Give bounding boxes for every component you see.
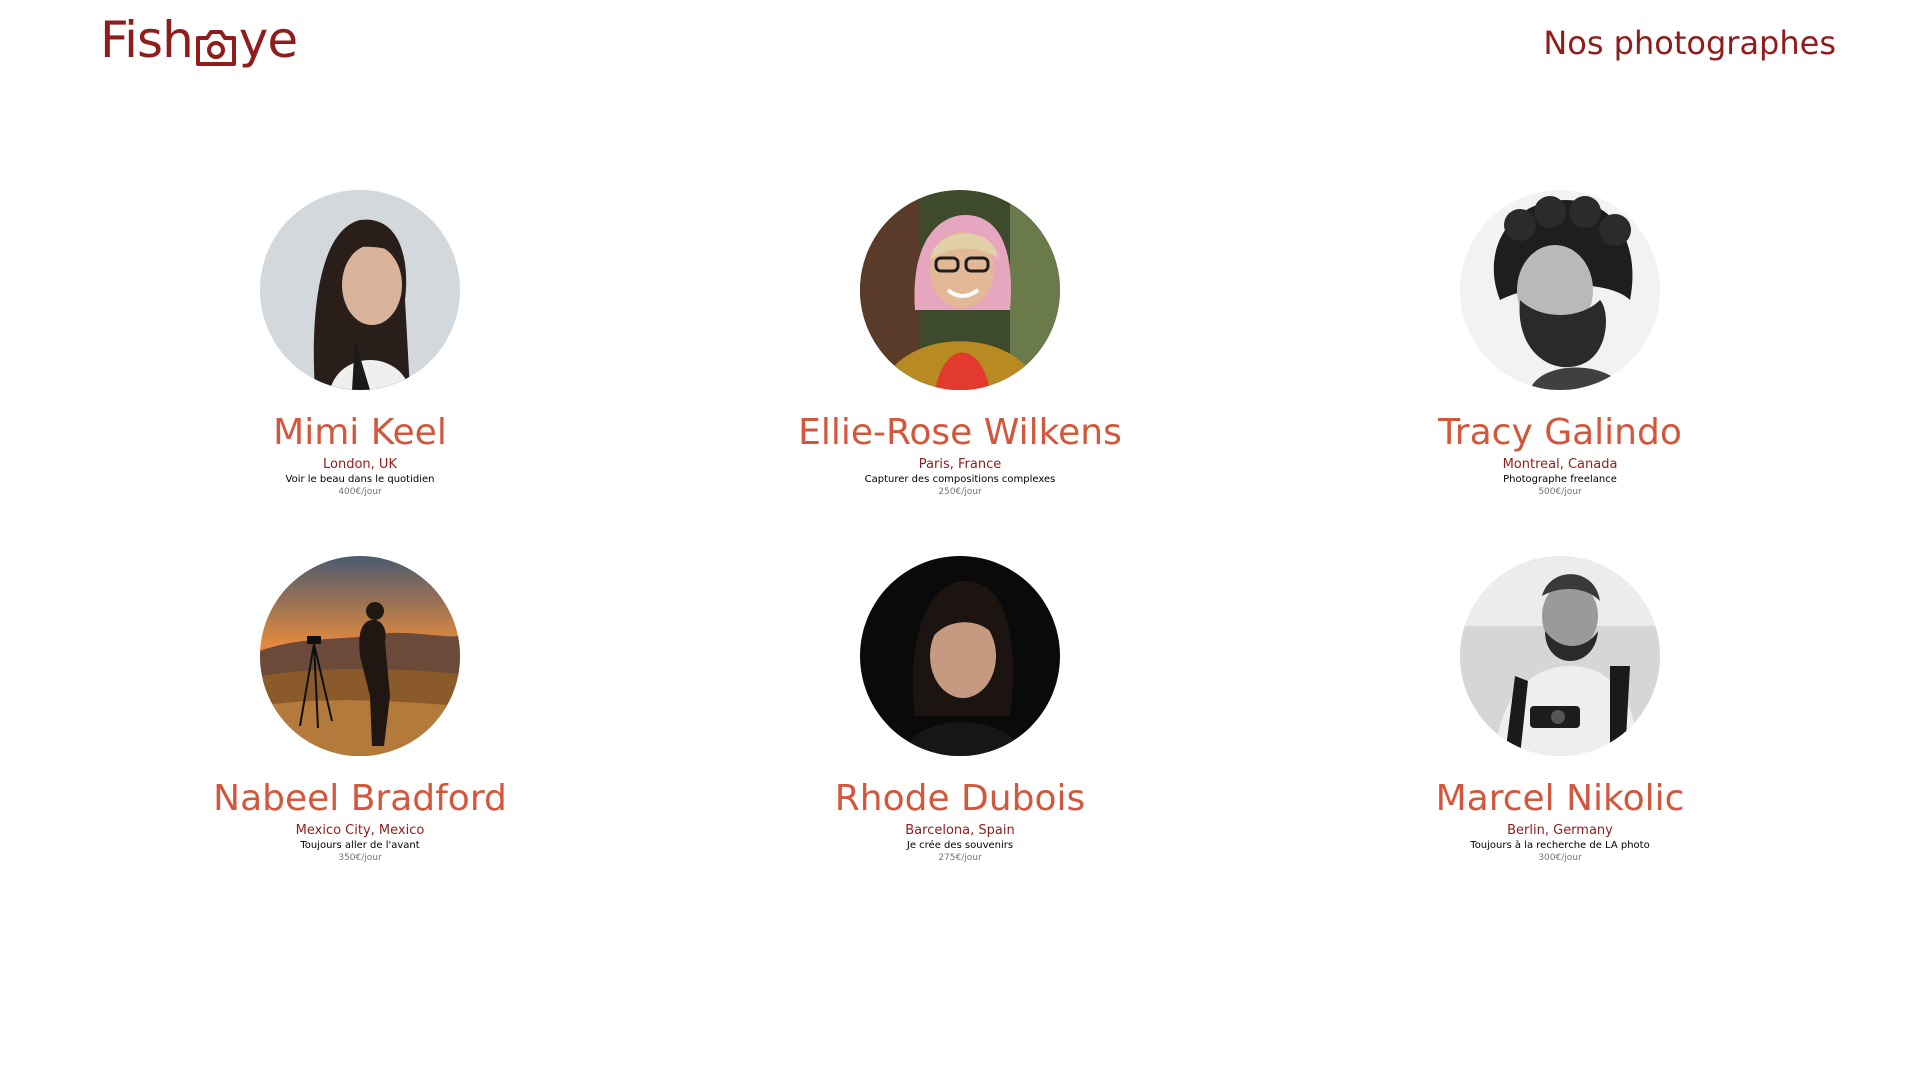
avatar [860,190,1060,390]
photographer-name: Tracy Galindo [1438,412,1682,453]
photographer-card[interactable]: Tracy Galindo Montreal, Canada Photograp… [1260,190,1860,498]
photographer-location: Barcelona, Spain [905,823,1015,838]
photographer-name: Nabeel Bradford [213,778,507,819]
avatar [860,556,1060,756]
photographers-grid: Mimi Keel London, UK Voir le beau dans l… [0,190,1920,864]
photographer-card[interactable]: Rhode Dubois Barcelona, Spain Je crée de… [660,556,1260,864]
photographer-price: 500€/jour [1538,487,1582,497]
page-title: Nos photographes [1543,24,1836,62]
photographer-location: Mexico City, Mexico [295,823,425,838]
photographer-card[interactable]: Marcel Nikolic Berlin, Germany Toujours … [1260,556,1860,864]
logo-text-right: ye [238,11,298,69]
avatar [260,556,460,756]
photographer-name: Ellie-Rose Wilkens [798,412,1122,453]
photographer-tagline: Je crée des souvenirs [906,840,1014,851]
photographer-name: Mimi Keel [273,412,447,453]
camera-icon [194,22,238,66]
photographer-tagline: Voir le beau dans le quotidien [285,474,435,485]
photographer-card[interactable]: Ellie-Rose Wilkens Paris, France Capture… [660,190,1260,498]
fisheye-logo[interactable]: Fish ye [100,10,298,70]
photographer-price: 300€/jour [1538,853,1582,863]
photographer-name: Marcel Nikolic [1435,778,1685,819]
avatar [260,190,460,390]
photographer-price: 400€/jour [338,487,382,497]
site-header: Fish ye Nos photographes [0,0,1920,90]
photographer-price: 275€/jour [938,853,982,863]
photographer-card[interactable]: Mimi Keel London, UK Voir le beau dans l… [60,190,660,498]
photographer-price: 250€/jour [938,487,982,497]
photographer-tagline: Photographe freelance [1503,474,1617,485]
photographer-location: Paris, France [918,457,1002,472]
photographer-name: Rhode Dubois [834,778,1086,819]
photographer-tagline: Toujours à la recherche de LA photo [1470,840,1650,851]
photographer-card[interactable]: Nabeel Bradford Mexico City, Mexico Touj… [60,556,660,864]
photographer-price: 350€/jour [338,853,382,863]
avatar [1460,190,1660,390]
photographer-tagline: Toujours aller de l'avant [300,840,420,851]
photographer-location: Berlin, Germany [1507,823,1613,838]
photographer-location: London, UK [323,457,397,472]
photographer-tagline: Capturer des compositions complexes [864,474,1056,485]
avatar [1460,556,1660,756]
logo-text-left: Fish [100,11,194,69]
photographer-location: Montreal, Canada [1502,457,1618,472]
